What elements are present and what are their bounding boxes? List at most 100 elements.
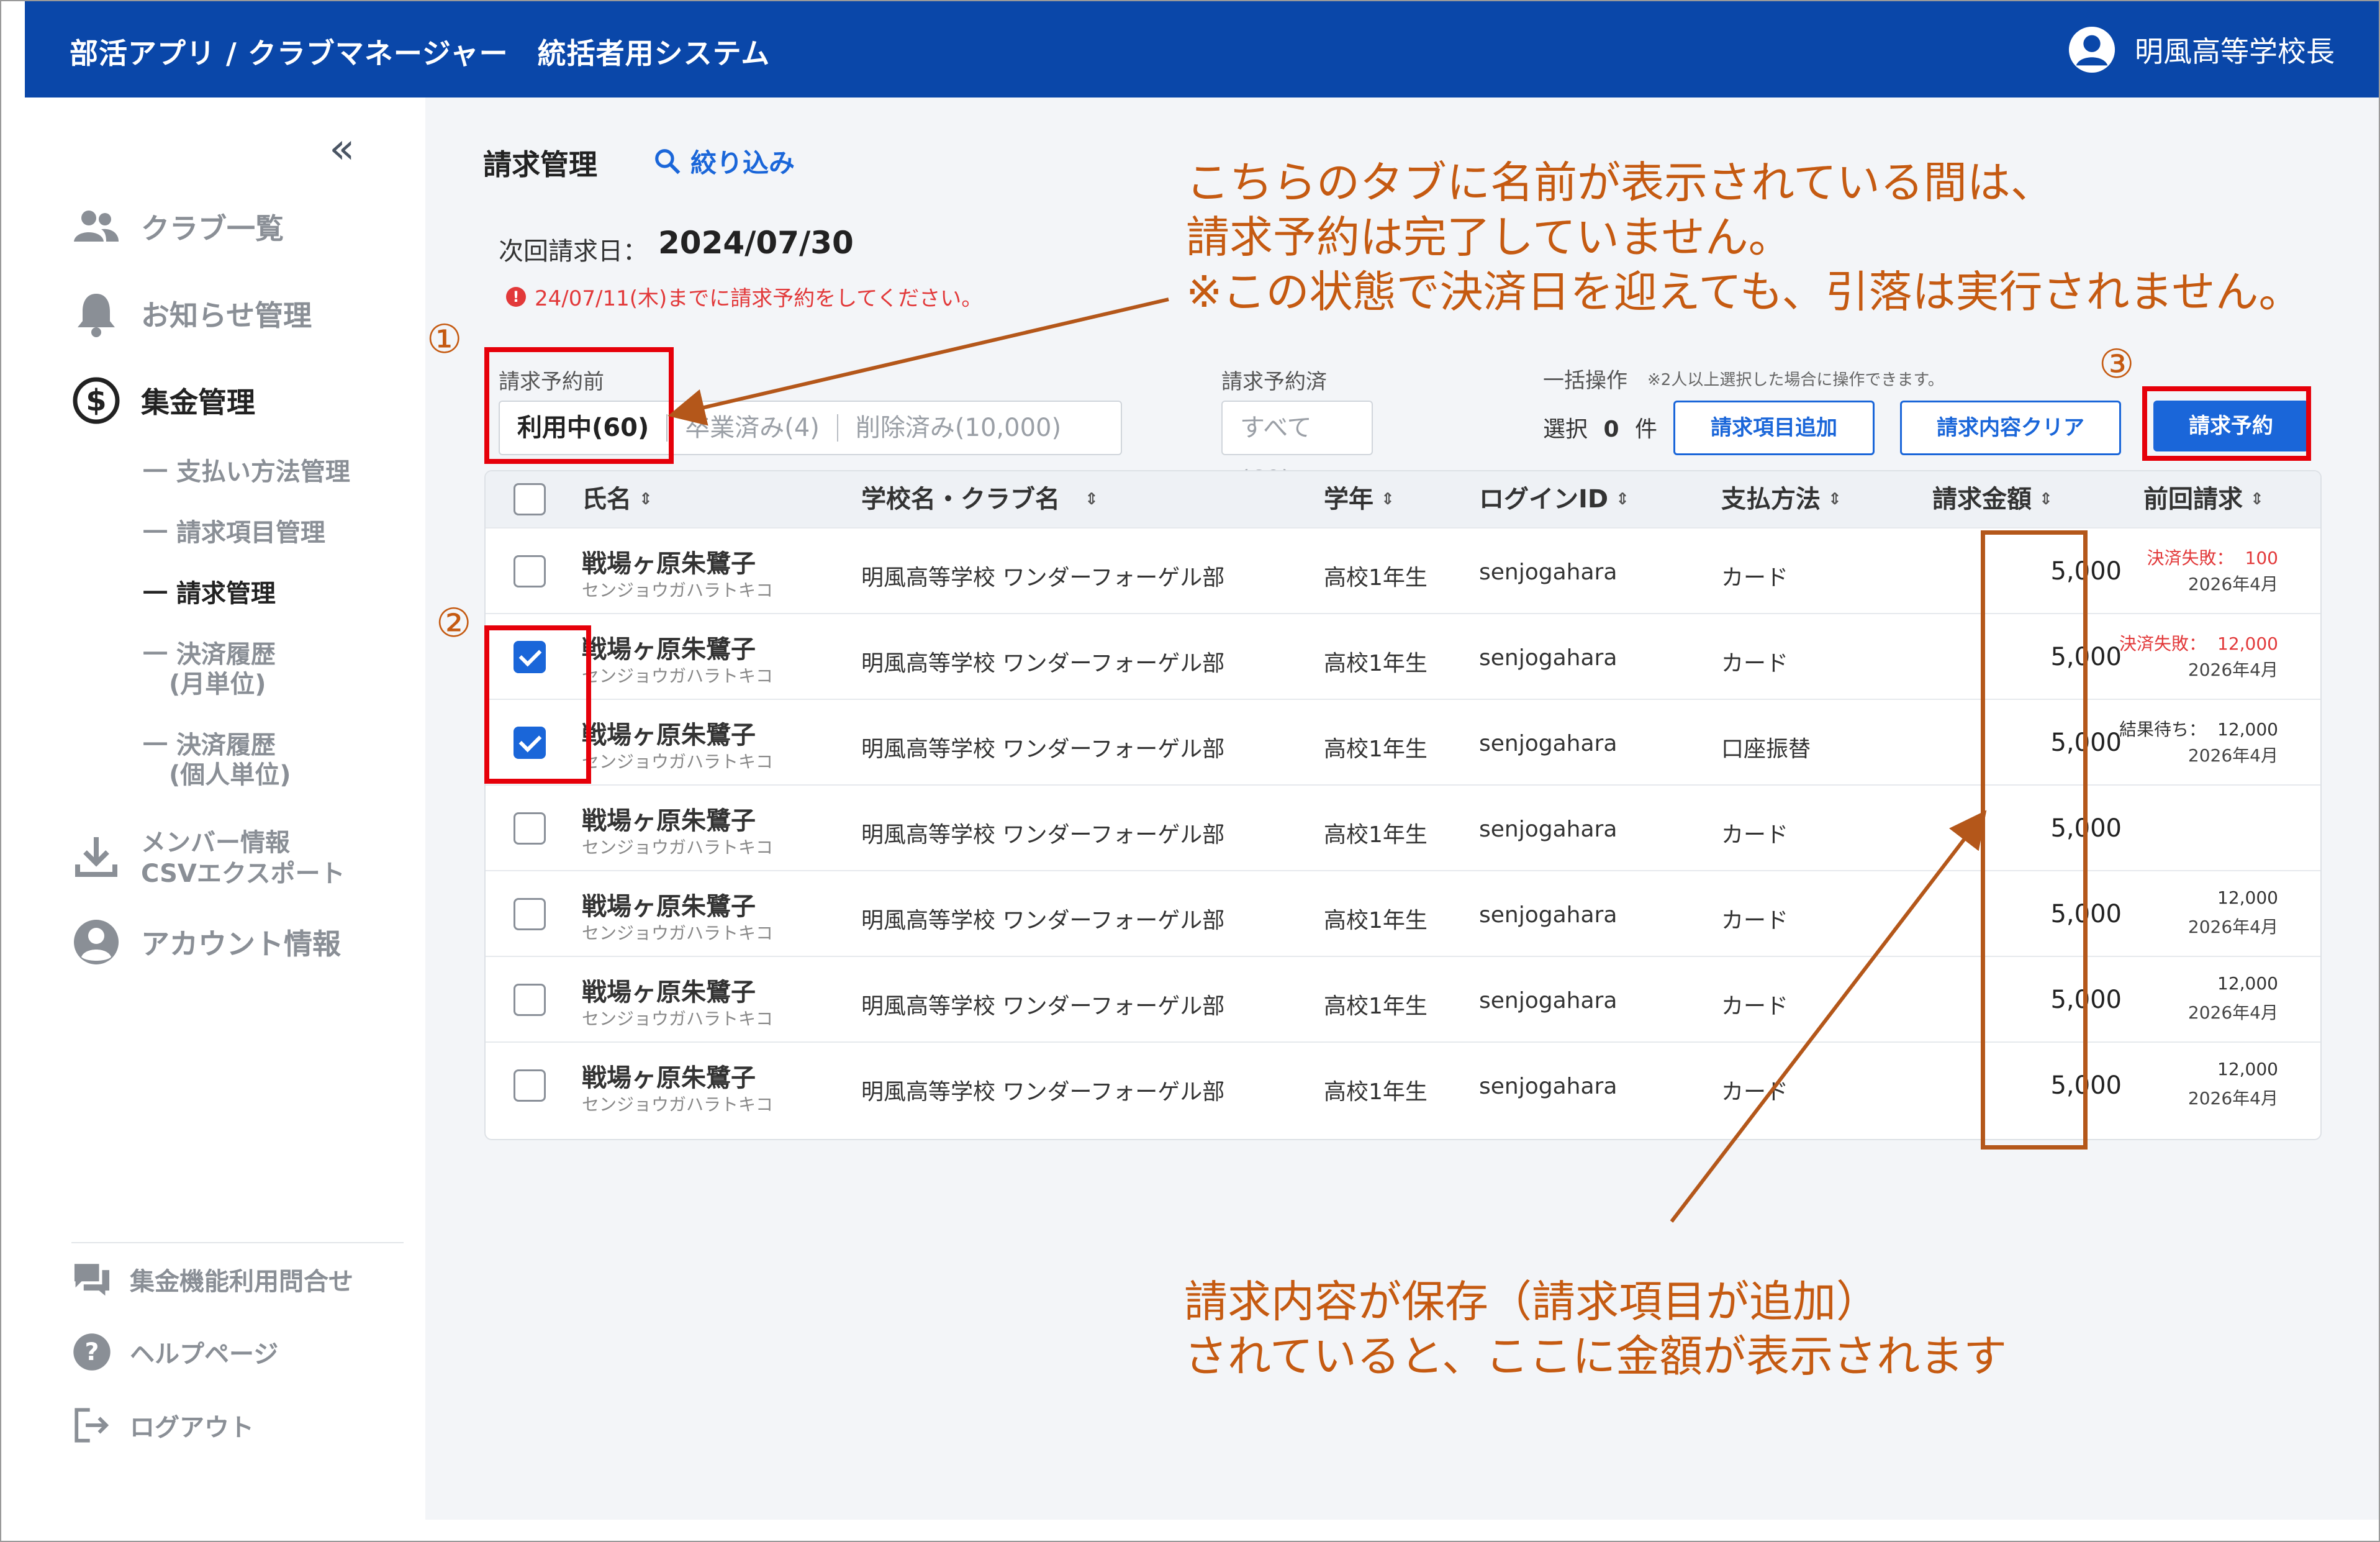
sidebar-sub-history-individual[interactable]: 一 決済履歴 [143,730,276,761]
payment-method: カード [1721,1079,1789,1105]
filter-button[interactable]: 絞り込み [653,142,795,180]
sort-icon: ⇕ [639,490,653,509]
row-checkbox[interactable] [514,898,546,930]
member-name: 戦場ヶ原朱鷺子 [582,978,756,1007]
export-label-2: CSVエクスポート [141,859,345,888]
payment-method: カード [1721,565,1789,591]
sidebar-footer-logout[interactable]: ログアウト [71,1405,254,1446]
bulk-actions-note: ※2人以上選択した場合に操作できます。 [1647,371,1944,389]
app-header: 部活アプリ / クラブマネージャー 統括者用システム 明風高等学校長 [25,1,2379,98]
sidebar-divider [71,1242,404,1243]
member-kana: センジョウガハラトキコ [582,666,774,686]
grade: 高校1年生 [1324,908,1428,933]
sort-icon: ⇕ [1381,490,1395,509]
payment-method: カード [1721,994,1789,1019]
sidebar-sub-billing-management[interactable]: 一 請求管理 [143,578,276,609]
table-header: 氏名 ⇕ 学校名・クラブ名 ⇕ 学年 ⇕ ログインID ⇕ 支払方法 ⇕ 請求金額 ⇕ 前回… [486,471,2320,527]
collapse-sidebar-icon[interactable]: « [329,127,379,171]
payment-method: カード [1721,651,1789,676]
grade: 高校1年生 [1324,994,1428,1019]
sidebar-item-label: クラブ一覧 [141,212,284,245]
svg-text:?: ? [85,1338,99,1366]
sidebar-item-label: アカウント情報 [141,927,341,961]
column-header-login-id[interactable]: ログインID ⇕ [1479,471,1629,527]
school-club: 明風高等学校 ワンダーフォーゲル部 [861,1079,1225,1105]
post-reservation-label: 請求予約済 [1221,370,1327,394]
row-checkbox[interactable] [514,812,546,845]
previous-billing-status: 決済失敗： 100 [2147,548,2278,568]
sidebar-item-label: 集金管理 [141,386,255,419]
row-checkbox[interactable] [514,555,546,587]
payment-method: 口座振替 [1721,737,1811,762]
school-club: 明風高等学校 ワンダーフォーゲル部 [861,994,1225,1019]
sidebar-item-account[interactable]: アカウント情報 [71,917,341,967]
selected-unit: 件 [1634,417,1657,442]
column-header-school[interactable]: 学校名・クラブ名 ⇕ [861,471,1098,527]
row-checkbox[interactable] [514,984,546,1016]
sidebar-item-label: お知らせ管理 [141,299,312,332]
login-id: senjogahara [1479,817,1618,842]
sidebar-sub-history-monthly[interactable]: 一 決済履歴 [143,639,276,670]
sidebar: « クラブ一覧 お知らせ管理 $ 集金管理 一 支払い方法管理 一 請求項目管理… [25,98,425,1520]
screenshot-frame: 部活アプリ / クラブマネージャー 統括者用システム 明風高等学校長 « クラブ… [0,0,2380,1542]
previous-billing-status [2267,802,2278,822]
member-name: 戦場ヶ原朱鷺子 [582,807,756,835]
member-kana: センジョウガハラトキコ [582,923,774,943]
sidebar-footer-help[interactable]: ? ヘルプページ [71,1331,278,1372]
sidebar-item-notices[interactable]: お知らせ管理 [71,289,312,338]
previous-billing-date: 2026年4月 [2188,660,2278,680]
grade: 高校1年生 [1324,565,1428,591]
tab-deleted[interactable]: 削除済み(10,000) [838,402,1079,454]
page-title: 請求管理 [483,148,597,181]
annotation-note-bottom: 請求内容が保存（請求項目が追加） されていると、ここに金額が表示されます [1184,1276,2007,1382]
column-header-name[interactable]: 氏名 ⇕ [582,471,653,527]
login-id: senjogahara [1479,988,1618,1014]
annotation-number-1: ① [427,317,463,363]
sort-icon: ⇕ [2250,490,2264,509]
selected-count: 選択 0 件 [1543,411,1657,443]
previous-billing-status: 12,000 [2217,973,2278,994]
post-reservation-tabs: すべて(60) [1221,401,1373,494]
sidebar-sub-history-monthly-suffix: (月単位) [169,670,266,699]
member-kana: センジョウガハラトキコ [582,580,774,601]
people-icon [74,211,119,242]
sidebar-footer-inquiry[interactable]: 集金機能利用問合せ [71,1259,353,1300]
column-header-previous[interactable]: 前回請求 ⇕ [2143,471,2264,527]
previous-billing-date: 2026年4月 [2188,1002,2278,1023]
user-name: 明風高等学校長 [2135,35,2335,68]
school-club: 明風高等学校 ワンダーフォーゲル部 [861,908,1225,933]
sidebar-sub-payment-methods[interactable]: 一 支払い方法管理 [143,456,350,488]
login-id: senjogahara [1479,560,1618,585]
column-header-amount[interactable]: 請求金額 ⇕ [1932,471,2053,527]
sidebar-item-club-list[interactable]: クラブ一覧 [71,202,284,252]
member-name: 戦場ヶ原朱鷺子 [582,550,756,578]
login-id: senjogahara [1479,902,1618,928]
deadline-notice: ! 24/07/11(木)までに請求予約をしてください。 [506,281,982,312]
column-header-grade[interactable]: 学年 ⇕ [1324,471,1395,527]
bulk-actions-label: 一括操作 [1543,368,1627,393]
previous-billing-date: 2026年4月 [2188,1088,2278,1109]
previous-billing-date: 2026年4月 [2188,574,2278,594]
grade: 高校1年生 [1324,737,1428,762]
tab-graduated[interactable]: 卒業済み(4) [667,402,837,454]
select-all-checkbox[interactable] [514,483,546,515]
search-icon [655,148,681,174]
sidebar-footer-label: 集金機能利用問合せ [130,1268,353,1296]
row-checkbox[interactable] [514,1069,546,1102]
sidebar-item-csv-export[interactable]: メンバー情報 CSVエクスポート [71,827,345,889]
member-kana: センジョウガハラトキコ [582,1009,774,1029]
user-menu[interactable]: 明風高等学校長 [2068,25,2335,75]
sort-icon: ⇕ [1616,490,1629,509]
member-kana: センジョウガハラトキコ [582,1094,774,1115]
clear-billing-button[interactable]: 請求内容クリア [1900,401,2121,455]
previous-billing-status: 結果待ち： 12,000 [2119,719,2278,740]
bell-icon [78,294,115,337]
help-icon: ? [73,1333,111,1371]
sidebar-sub-billing-items[interactable]: 一 請求項目管理 [143,517,325,548]
add-billing-item-button[interactable]: 請求項目追加 [1673,401,1875,455]
member-kana: センジョウガハラトキコ [582,751,774,772]
tab-all-reserved[interactable]: すべて(60) [1223,402,1372,494]
column-header-payment[interactable]: 支払方法 ⇕ [1721,471,1842,527]
sidebar-item-collection[interactable]: $ 集金管理 [71,376,255,425]
download-icon [75,837,117,877]
